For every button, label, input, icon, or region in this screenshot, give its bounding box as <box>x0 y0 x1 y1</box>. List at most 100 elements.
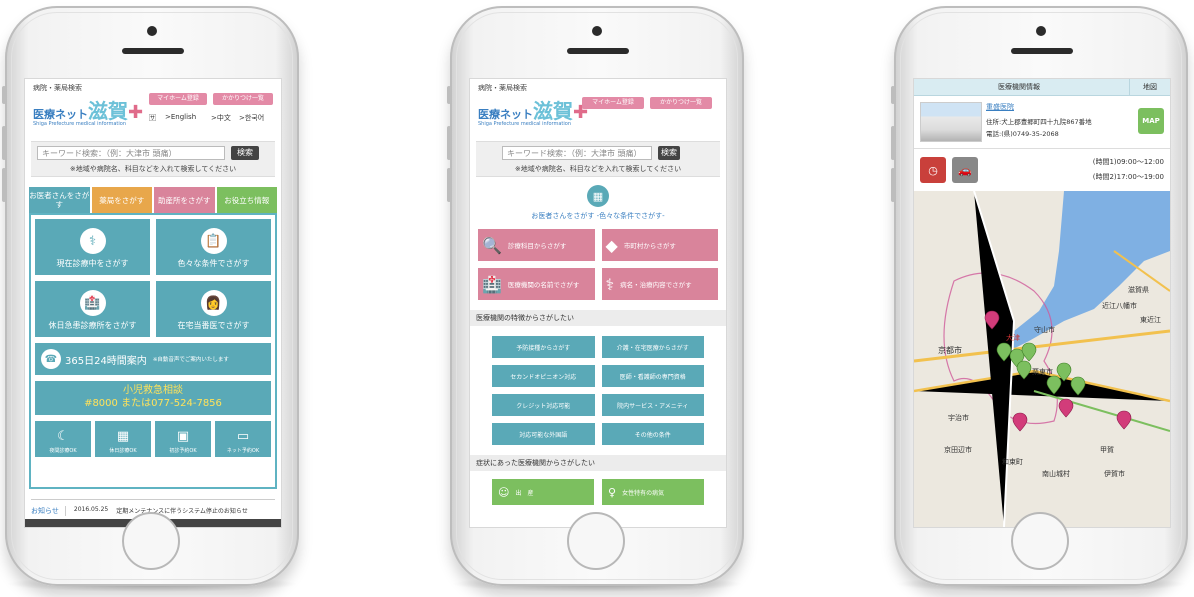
option-label: 市町村からさがす <box>623 242 676 250</box>
hospital-phone[interactable]: 電話:(県)0749-35-2068 <box>986 128 1059 138</box>
speaker <box>567 48 629 54</box>
doctor-panel: ⚕ 現在診療中をさがす 📋 色々な条件でさがす 🏥 休日急患診療所をさがす 👩 在宅当番… <box>29 213 277 489</box>
tab-pharmacy[interactable]: 薬局をさがす <box>91 187 152 213</box>
search-by-department[interactable]: 🔍 診療科目からさがす <box>478 229 595 261</box>
tab-map[interactable]: 地図 <box>1129 79 1170 95</box>
feature-qualifications[interactable]: 医師・看護師の専門資格 <box>601 365 704 387</box>
symptom-women[interactable]: ♀ 女性特有の病気 <box>602 479 704 505</box>
first-visit-ok-button[interactable]: ▣ 初診予約OK <box>155 421 211 457</box>
search-by-disease[interactable]: ⚕ 病名・治療内容でさがす <box>601 268 718 300</box>
kakaritsuke-button[interactable]: かかりつけ一覧 <box>213 93 273 105</box>
first-visit-ok-label: 初診予約OK <box>169 448 197 454</box>
detail-tabbar: 医療機関情報 地図 <box>914 79 1170 96</box>
map-label: 伊賀市 <box>1104 470 1125 478</box>
stethoscope-icon: ⚕ <box>605 274 615 294</box>
guide-note: ※自動音声でご案内いたします <box>152 357 229 363</box>
map-label: 守山市 <box>1034 326 1055 334</box>
map-label: 宇治市 <box>948 414 969 422</box>
net-reserve-ok-button[interactable]: ▭ ネット予約OK <box>215 421 271 457</box>
search-input[interactable]: キーワード検索：（例：大津市 頭痛） <box>502 146 652 160</box>
map-label: 東近江 <box>1140 316 1161 324</box>
map-shape-icon: ◆ <box>605 235 618 255</box>
tile-holiday[interactable]: 🏥 休日急患診療所をさがす <box>35 281 150 337</box>
tile-on-duty[interactable]: 👩 在宅当番医でさがす <box>156 281 271 337</box>
map-label: 京都市 <box>938 346 962 355</box>
hospital-name[interactable]: 重盛医院 <box>986 102 1014 112</box>
feature-amenities[interactable]: 院内サービス・アメニティ <box>601 394 704 416</box>
consult-title: 小児救急相談 <box>123 385 183 396</box>
page-title: お医者さんをさがす -色々な条件でさがす- <box>531 212 665 220</box>
speaker <box>122 48 184 54</box>
my-home-button[interactable]: マイホーム登録 <box>149 93 207 105</box>
parking-icon: 🚗 <box>952 157 978 183</box>
page-heading: ▦ お医者さんをさがす -色々な条件でさがす- <box>470 185 726 221</box>
search-hint: ※地域や病院名、科目などを入れて検索してください <box>69 165 237 173</box>
guide-24h-button[interactable]: ☎ 365日24時間案内 ※自動音声でご案内いたします <box>35 343 271 375</box>
map-label: 近江八幡市 <box>1102 302 1137 310</box>
map-label: 大津 <box>1006 334 1020 342</box>
map-label: 京田辺市 <box>944 446 972 454</box>
map-label: 甲賀 <box>1100 446 1114 454</box>
moon-icon: ☾ <box>57 429 69 444</box>
search-by-city[interactable]: ◆ 市町村からさがす <box>601 229 718 261</box>
tab-info[interactable]: 医療機関情報 <box>914 79 1124 95</box>
search-button[interactable]: 検索 <box>231 146 259 160</box>
news-text: 定期メンテナンスに伴うシステム停止のお知らせ <box>116 508 248 515</box>
lang-chinese[interactable]: >中文 <box>211 113 231 123</box>
front-camera <box>592 26 602 36</box>
search-button[interactable]: 検索 <box>658 146 680 160</box>
tile-label: 在宅当番医でさがす <box>177 321 250 330</box>
map-button[interactable]: MAP <box>1138 108 1164 134</box>
search-input[interactable]: キーワード検索：（例：大津市 頭痛） <box>37 146 225 160</box>
map-label: 滋賀県 <box>1128 286 1149 294</box>
kakaritsuke-button[interactable]: かかりつけ一覧 <box>650 97 712 109</box>
monitor-icon: ▭ <box>236 429 250 444</box>
tab-midwife[interactable]: 助産所をさがす <box>154 187 215 213</box>
site-logo[interactable]: 医療ネット滋賀✚ <box>478 95 588 124</box>
site-logo[interactable]: 医療ネット滋賀✚ <box>33 95 143 124</box>
feature-vaccination[interactable]: 予防接種からさがす <box>492 336 595 358</box>
screen-conditions: 病院・薬局検索 医療ネット滋賀✚ Shiga Prefecture medica… <box>469 78 727 528</box>
main-search-options: 🔍 診療科目からさがす ◆ 市町村からさがす 🏥 医療機関の名前でさがす ⚕ 病名・治療… <box>478 229 718 300</box>
feature-second-opinion[interactable]: セカンドオピニオン対応 <box>492 365 595 387</box>
feature-care[interactable]: 介護・在宅医療からさがす <box>601 336 704 358</box>
search-by-name[interactable]: 🏥 医療機関の名前でさがす <box>478 268 595 300</box>
tile-label: 現在診療中をさがす <box>56 259 129 268</box>
screen-home: 病院・薬局検索 医療ネット滋賀✚ Shiga Prefecture medica… <box>24 78 282 528</box>
holiday-ok-button[interactable]: ▦ 休日診療OK <box>95 421 151 457</box>
front-camera <box>1036 26 1046 36</box>
clock-icon: ◷ <box>920 157 946 183</box>
tile-open-now[interactable]: ⚕ 現在診療中をさがす <box>35 219 150 275</box>
tab-doctor[interactable]: お医者さんをさがす <box>29 187 90 213</box>
symptom-birth[interactable]: ☺ 出 産 <box>492 479 594 505</box>
front-camera <box>147 26 157 36</box>
symptom-label: 出 産 <box>515 489 534 497</box>
clipboard-icon: 📋 <box>200 228 227 254</box>
translate-icon: 🈂 <box>149 114 156 122</box>
calendar-icon: ▦ <box>116 429 130 444</box>
hours-row: ◷ 🚗 (時間1)09:00～12:00 (時間2)17:00～19:00 <box>914 149 1170 192</box>
section-features: 医療機関の特徴からさがしたい <box>470 310 726 326</box>
tab-info[interactable]: お役立ち情報 <box>216 187 277 213</box>
site-header: 病院・薬局検索 医療ネット滋賀✚ Shiga Prefecture medica… <box>25 79 281 137</box>
home-button[interactable] <box>1011 512 1069 570</box>
logo-top: 病院・薬局検索 <box>33 84 82 92</box>
night-ok-button[interactable]: ☾ 夜間診療OK <box>35 421 91 457</box>
home-button[interactable] <box>567 512 625 570</box>
logo-top: 病院・薬局検索 <box>478 84 527 92</box>
pediatric-consult-button[interactable]: 小児救急相談 #8000 または077-524-7856 <box>35 381 271 415</box>
logo-sub: Shiga Prefecture medical information <box>33 121 126 127</box>
feature-other[interactable]: その他の条件 <box>601 423 704 445</box>
logo-main: 医療ネット <box>33 108 88 121</box>
home-button[interactable] <box>122 512 180 570</box>
lang-korean[interactable]: >한국어 <box>239 113 264 123</box>
my-home-button[interactable]: マイホーム登録 <box>582 97 644 109</box>
logo-main: 医療ネット <box>478 108 533 121</box>
hospital-card: 重盛医院 住所:犬上郡豊郷町四十九院867番地 電話:(県)0749-35-20… <box>914 96 1170 149</box>
area-map[interactable]: 滋賀県 近江八幡市 東近江 守山市 京都市 大津 栗東市 宇治市 京田辺市 甲賀… <box>914 191 1170 527</box>
tile-conditions[interactable]: 📋 色々な条件でさがす <box>156 219 271 275</box>
guide-title: 365日24時間案内 <box>65 355 147 367</box>
feature-credit[interactable]: クレジット対応可能 <box>492 394 595 416</box>
feature-languages[interactable]: 対応可能な外国語 <box>492 423 595 445</box>
lang-english[interactable]: >English <box>165 113 196 121</box>
